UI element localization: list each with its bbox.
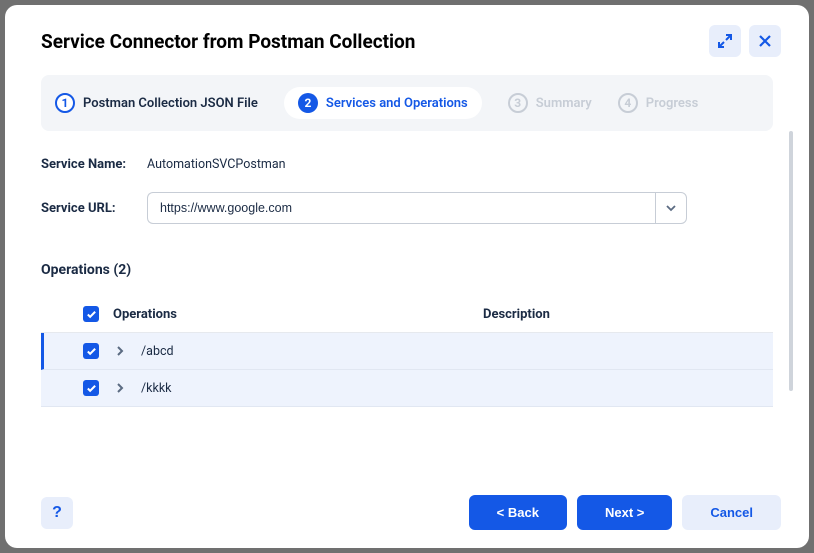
service-name-row: Service Name: AutomationSVCPostman (41, 157, 773, 172)
expand-toggle[interactable] (113, 381, 127, 395)
table-row[interactable]: /abcd (41, 333, 773, 370)
service-url-row: Service URL: (41, 192, 773, 224)
step-number: 2 (298, 93, 318, 113)
step-summary: 3 Summary (508, 93, 592, 113)
service-url-input-wrap (147, 192, 687, 224)
close-button[interactable] (749, 25, 781, 57)
step-label: Summary (536, 96, 592, 111)
cancel-button[interactable]: Cancel (682, 495, 781, 530)
description-column-header: Description (483, 307, 550, 322)
expand-toggle[interactable] (113, 344, 127, 358)
row-checkbox[interactable] (83, 343, 99, 359)
step-services-operations[interactable]: 2 Services and Operations (284, 87, 482, 119)
check-icon (86, 383, 97, 394)
expand-button[interactable] (709, 25, 741, 57)
check-icon (86, 309, 97, 320)
operations-header: Operations Description (41, 296, 773, 333)
scrollbar[interactable] (789, 131, 793, 391)
chevron-right-icon (114, 345, 126, 357)
step-progress: 4 Progress (618, 93, 699, 113)
back-button[interactable]: < Back (469, 495, 567, 530)
operations-title: Operations (2) (41, 262, 773, 278)
select-all-checkbox[interactable] (83, 306, 99, 322)
service-name-value: AutomationSVCPostman (147, 157, 286, 172)
footer: ? < Back Next > Cancel (5, 479, 809, 548)
expand-icon (717, 33, 733, 49)
next-button[interactable]: Next > (577, 495, 672, 530)
chevron-right-icon (114, 382, 126, 394)
modal: Service Connector from Postman Collectio… (5, 5, 809, 548)
service-name-label: Service Name: (41, 157, 147, 172)
step-label: Postman Collection JSON File (83, 96, 258, 111)
chevron-down-icon (665, 202, 677, 214)
modal-header: Service Connector from Postman Collectio… (5, 5, 809, 69)
stepper: 1 Postman Collection JSON File 2 Service… (41, 75, 773, 131)
operation-path: /abcd (141, 344, 174, 359)
row-checkbox[interactable] (83, 380, 99, 396)
header-actions (709, 25, 781, 57)
step-number: 3 (508, 93, 528, 113)
content-area: Service Name: AutomationSVCPostman Servi… (5, 131, 809, 479)
step-number: 4 (618, 93, 638, 113)
service-url-dropdown[interactable] (655, 192, 687, 224)
footer-actions: < Back Next > Cancel (469, 495, 781, 530)
service-url-label: Service URL: (41, 201, 147, 216)
step-label: Services and Operations (326, 96, 468, 111)
step-label: Progress (646, 96, 699, 111)
table-row[interactable]: /kkkk (41, 370, 773, 407)
operations-column-header: Operations (113, 307, 177, 322)
service-url-input[interactable] (147, 192, 655, 224)
close-icon (757, 33, 773, 49)
help-button[interactable]: ? (41, 497, 73, 529)
operations-table: Operations Description /abcd (41, 296, 773, 407)
check-icon (86, 346, 97, 357)
operation-path: /kkkk (141, 381, 172, 396)
step-postman-json[interactable]: 1 Postman Collection JSON File (55, 93, 258, 113)
page-title: Service Connector from Postman Collectio… (41, 30, 415, 53)
step-number: 1 (55, 93, 75, 113)
